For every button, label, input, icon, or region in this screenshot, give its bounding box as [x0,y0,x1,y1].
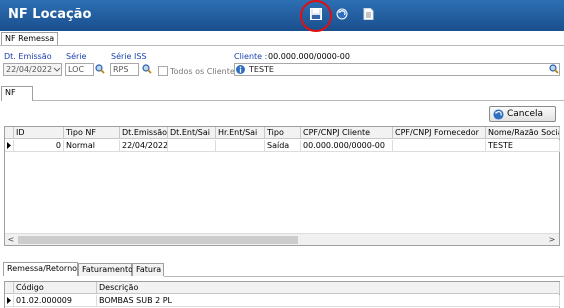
cliente-field[interactable]: TESTE [234,63,560,76]
column-header[interactable]: CPF/CNPJ Fornecedor [393,127,486,139]
cell-dt-ent-sai[interactable] [168,140,216,152]
horizontal-scrollbar[interactable]: < > [5,233,559,245]
cell-nome[interactable]: TESTE [486,140,560,152]
serie-iss-field[interactable]: RPS [110,63,139,76]
column-header[interactable]: CPF/CNPJ Cliente [301,127,393,139]
column-header[interactable]: Nome/Razão Social [486,127,560,139]
column-header[interactable]: Hr.Ent/Sai [216,127,265,139]
cell-cpf-cnpj-cliente[interactable]: 00.000.000/0000-00 [301,140,393,152]
divider [0,45,564,46]
tab-faturamento[interactable]: Faturamento [78,263,133,276]
column-header[interactable]: Tipo [265,127,301,139]
undo-icon[interactable] [334,6,350,22]
serie-value: LOC [68,65,85,74]
cell-id[interactable]: 0 [14,140,64,152]
tab-nf[interactable]: NF [1,86,33,101]
dt-emissao-label: Dt. Emissão [4,52,52,61]
tab-nf-remessa[interactable]: NF Remessa [1,32,59,46]
cliente-value: TESTE [249,65,274,74]
column-header[interactable]: Tipo NF [64,127,120,139]
cell-codigo[interactable]: 01.02.000009 [14,295,97,307]
scrollbar-thumb[interactable] [18,236,298,244]
items-grid[interactable]: Código Descrição 01.02.000009 BOMBAS SUB… [4,281,560,308]
serie-iss-label: Série ISS [111,52,147,61]
column-header[interactable]: ID [14,127,64,139]
info-icon [236,65,245,74]
tab-remessa-retorno[interactable]: Remessa/Retorno [3,262,78,276]
tab-fatura[interactable]: Fatura [132,263,164,276]
window-title: NF Locação [8,7,92,22]
dt-emissao-value: 22/04/2022 [6,65,53,74]
cell-descricao[interactable]: BOMBAS SUB 2 PL [97,295,560,307]
column-header[interactable]: Dt.Emissão [120,127,168,139]
todos-clientes-checkbox[interactable] [158,66,168,76]
search-icon[interactable] [95,64,105,74]
chevron-down-icon[interactable] [52,65,62,75]
todos-clientes-label: Todos os Clientes [170,67,239,76]
search-icon[interactable] [142,64,152,74]
row-indicator-header [5,282,14,294]
cell-dt-emissao[interactable]: 22/04/2022 [120,140,168,152]
serie-iss-value: RPS [113,65,129,74]
serie-field[interactable]: LOC [65,63,94,76]
scroll-left-icon[interactable]: < [6,235,16,245]
search-icon[interactable] [549,64,559,74]
column-header[interactable]: Descrição [97,282,560,294]
highlight-circle [300,0,332,32]
row-indicator-header [5,127,14,139]
column-header[interactable]: Dt.Ent/Sai [168,127,216,139]
undo-icon [493,108,504,120]
cancel-button[interactable]: Cancela [489,106,556,122]
row-indicator[interactable] [5,140,14,152]
cell-tipo[interactable]: Saída [265,140,301,152]
column-header[interactable]: Código [14,282,97,294]
nf-grid[interactable]: ID Tipo NF Dt.Emissão Dt.Ent/Sai Hr.Ent/… [4,126,560,246]
serie-label: Série [66,52,87,61]
cell-hr-ent-sai[interactable] [216,140,265,152]
cliente-cnpj: 00.000.000/0000-00 [268,52,350,61]
cell-cpf-cnpj-fornecedor[interactable] [393,140,486,152]
cell-tipo-nf[interactable]: Normal [64,140,120,152]
scroll-right-icon[interactable]: > [547,235,557,245]
divider [33,100,564,101]
cancel-button-label: Cancela [507,109,544,119]
row-indicator[interactable] [5,295,14,307]
divider [164,276,564,277]
cliente-label: Cliente : [234,52,268,61]
document-icon[interactable] [360,6,376,22]
